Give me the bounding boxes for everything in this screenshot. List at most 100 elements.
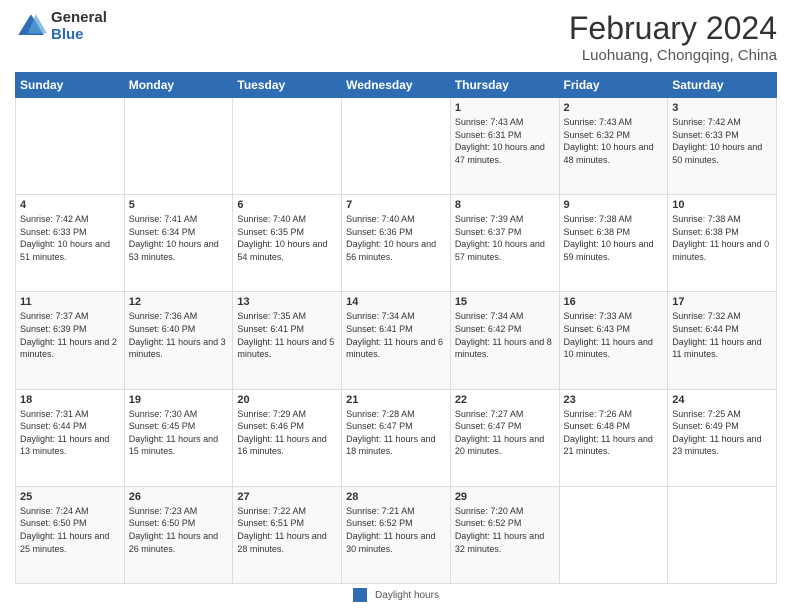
daylight: Daylight: 11 hours and 30 minutes. — [346, 531, 435, 554]
day-info: Sunrise: 7:43 AM Sunset: 6:32 PM Dayligh… — [564, 116, 664, 166]
day-number: 1 — [455, 102, 555, 114]
day-of-week-header: Thursday — [450, 73, 559, 98]
sunrise: Sunrise: 7:36 AM — [129, 311, 198, 321]
sunrise: Sunrise: 7:37 AM — [20, 311, 89, 321]
calendar-cell: 26 Sunrise: 7:23 AM Sunset: 6:50 PM Dayl… — [124, 486, 233, 583]
calendar-cell: 8 Sunrise: 7:39 AM Sunset: 6:37 PM Dayli… — [450, 195, 559, 292]
calendar-cell: 13 Sunrise: 7:35 AM Sunset: 6:41 PM Dayl… — [233, 292, 342, 389]
sunset: Sunset: 6:33 PM — [672, 130, 739, 140]
sunset: Sunset: 6:33 PM — [20, 227, 87, 237]
calendar-cell: 6 Sunrise: 7:40 AM Sunset: 6:35 PM Dayli… — [233, 195, 342, 292]
calendar-cell — [16, 98, 125, 195]
day-number: 5 — [129, 199, 229, 211]
daylight: Daylight: 11 hours and 6 minutes. — [346, 337, 443, 360]
daylight: Daylight: 11 hours and 5 minutes. — [237, 337, 334, 360]
legend-box — [353, 588, 367, 602]
calendar-cell: 3 Sunrise: 7:42 AM Sunset: 6:33 PM Dayli… — [668, 98, 777, 195]
daylight: Daylight: 11 hours and 10 minutes. — [564, 337, 653, 360]
day-info: Sunrise: 7:22 AM Sunset: 6:51 PM Dayligh… — [237, 505, 337, 555]
sunrise: Sunrise: 7:40 AM — [237, 214, 306, 224]
day-info: Sunrise: 7:20 AM Sunset: 6:52 PM Dayligh… — [455, 505, 555, 555]
calendar-cell: 4 Sunrise: 7:42 AM Sunset: 6:33 PM Dayli… — [16, 195, 125, 292]
sunset: Sunset: 6:32 PM — [564, 130, 631, 140]
daylight: Daylight: 11 hours and 32 minutes. — [455, 531, 544, 554]
day-number: 17 — [672, 296, 772, 308]
day-info: Sunrise: 7:27 AM Sunset: 6:47 PM Dayligh… — [455, 408, 555, 458]
daylight: Daylight: 11 hours and 3 minutes. — [129, 337, 226, 360]
day-number: 6 — [237, 199, 337, 211]
daylight: Daylight: 11 hours and 21 minutes. — [564, 434, 653, 457]
calendar-cell — [668, 486, 777, 583]
sunrise: Sunrise: 7:24 AM — [20, 506, 89, 516]
sunset: Sunset: 6:51 PM — [237, 518, 304, 528]
sunrise: Sunrise: 7:43 AM — [564, 117, 633, 127]
day-info: Sunrise: 7:34 AM Sunset: 6:42 PM Dayligh… — [455, 310, 555, 360]
daylight: Daylight: 11 hours and 8 minutes. — [455, 337, 552, 360]
day-number: 21 — [346, 394, 446, 406]
sunrise: Sunrise: 7:23 AM — [129, 506, 198, 516]
day-number: 2 — [564, 102, 664, 114]
logo-icon — [15, 11, 47, 43]
page: General Blue February 2024 Luohuang, Cho… — [0, 0, 792, 612]
sunrise: Sunrise: 7:25 AM — [672, 409, 741, 419]
sunrise: Sunrise: 7:32 AM — [672, 311, 741, 321]
footer: Daylight hours — [15, 588, 777, 602]
sunrise: Sunrise: 7:34 AM — [455, 311, 524, 321]
day-number: 29 — [455, 491, 555, 503]
title-block: February 2024 Luohuang, Chongqing, China — [569, 10, 777, 64]
sunset: Sunset: 6:40 PM — [129, 324, 196, 334]
sunrise: Sunrise: 7:42 AM — [672, 117, 741, 127]
sunset: Sunset: 6:49 PM — [672, 421, 739, 431]
sunset: Sunset: 6:46 PM — [237, 421, 304, 431]
calendar-week-row: 25 Sunrise: 7:24 AM Sunset: 6:50 PM Dayl… — [16, 486, 777, 583]
day-number: 3 — [672, 102, 772, 114]
day-info: Sunrise: 7:37 AM Sunset: 6:39 PM Dayligh… — [20, 310, 120, 360]
daylight: Daylight: 10 hours and 56 minutes. — [346, 239, 436, 262]
daylight: Daylight: 11 hours and 25 minutes. — [20, 531, 109, 554]
daylight: Daylight: 11 hours and 23 minutes. — [672, 434, 761, 457]
sunrise: Sunrise: 7:35 AM — [237, 311, 306, 321]
daylight: Daylight: 11 hours and 0 minutes. — [672, 239, 769, 262]
calendar-cell: 21 Sunrise: 7:28 AM Sunset: 6:47 PM Dayl… — [342, 389, 451, 486]
calendar-cell — [342, 98, 451, 195]
logo-general: General — [51, 10, 107, 27]
sunrise: Sunrise: 7:38 AM — [672, 214, 741, 224]
day-number: 14 — [346, 296, 446, 308]
day-number: 7 — [346, 199, 446, 211]
day-number: 15 — [455, 296, 555, 308]
calendar-cell: 23 Sunrise: 7:26 AM Sunset: 6:48 PM Dayl… — [559, 389, 668, 486]
day-number: 26 — [129, 491, 229, 503]
calendar-cell: 7 Sunrise: 7:40 AM Sunset: 6:36 PM Dayli… — [342, 195, 451, 292]
sunset: Sunset: 6:41 PM — [346, 324, 413, 334]
sunset: Sunset: 6:52 PM — [346, 518, 413, 528]
daylight: Daylight: 11 hours and 2 minutes. — [20, 337, 117, 360]
day-number: 25 — [20, 491, 120, 503]
sunrise: Sunrise: 7:31 AM — [20, 409, 89, 419]
sunrise: Sunrise: 7:33 AM — [564, 311, 633, 321]
day-number: 10 — [672, 199, 772, 211]
calendar-cell: 17 Sunrise: 7:32 AM Sunset: 6:44 PM Dayl… — [668, 292, 777, 389]
day-info: Sunrise: 7:43 AM Sunset: 6:31 PM Dayligh… — [455, 116, 555, 166]
sunset: Sunset: 6:50 PM — [20, 518, 87, 528]
calendar-cell: 16 Sunrise: 7:33 AM Sunset: 6:43 PM Dayl… — [559, 292, 668, 389]
sunrise: Sunrise: 7:20 AM — [455, 506, 524, 516]
calendar-cell: 18 Sunrise: 7:31 AM Sunset: 6:44 PM Dayl… — [16, 389, 125, 486]
sunset: Sunset: 6:47 PM — [455, 421, 522, 431]
day-number: 9 — [564, 199, 664, 211]
sunset: Sunset: 6:38 PM — [564, 227, 631, 237]
day-of-week-header: Monday — [124, 73, 233, 98]
calendar-cell: 10 Sunrise: 7:38 AM Sunset: 6:38 PM Dayl… — [668, 195, 777, 292]
calendar-cell — [559, 486, 668, 583]
calendar-cell: 28 Sunrise: 7:21 AM Sunset: 6:52 PM Dayl… — [342, 486, 451, 583]
day-info: Sunrise: 7:25 AM Sunset: 6:49 PM Dayligh… — [672, 408, 772, 458]
sunrise: Sunrise: 7:21 AM — [346, 506, 415, 516]
day-of-week-header: Sunday — [16, 73, 125, 98]
daylight: Daylight: 11 hours and 26 minutes. — [129, 531, 218, 554]
sunset: Sunset: 6:44 PM — [20, 421, 87, 431]
sunrise: Sunrise: 7:34 AM — [346, 311, 415, 321]
daylight: Daylight: 11 hours and 18 minutes. — [346, 434, 435, 457]
day-info: Sunrise: 7:38 AM Sunset: 6:38 PM Dayligh… — [564, 213, 664, 263]
calendar-header-row: SundayMondayTuesdayWednesdayThursdayFrid… — [16, 73, 777, 98]
sunrise: Sunrise: 7:42 AM — [20, 214, 89, 224]
sunset: Sunset: 6:48 PM — [564, 421, 631, 431]
